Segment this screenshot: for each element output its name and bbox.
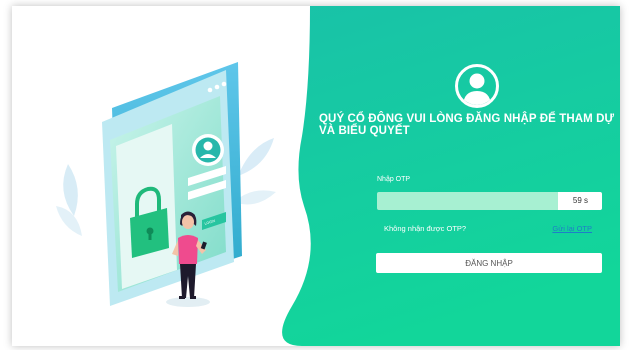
- lock-pane: [116, 124, 177, 289]
- user-avatar-icon: [455, 64, 499, 108]
- resend-question: Không nhận được OTP?: [384, 224, 467, 233]
- login-card: LOGIN QUÝ CỔ ĐÔNG VUI LÒNG ĐĂNG NHẬP ĐỂ …: [12, 6, 620, 346]
- window-dot-icon: [207, 87, 213, 93]
- panel-background: [282, 6, 620, 346]
- page-title: QUÝ CỔ ĐÔNG VUI LÒNG ĐĂNG NHẬP ĐỂ THAM D…: [319, 113, 615, 137]
- login-panel: QUÝ CỔ ĐÔNG VUI LÒNG ĐĂNG NHẬP ĐỂ THAM D…: [262, 6, 620, 346]
- otp-row: 59 s: [377, 192, 602, 210]
- resend-row: Không nhận được OTP? Gửi lại OTP: [384, 224, 592, 233]
- login-button[interactable]: ĐĂNG NHẬP: [376, 253, 602, 273]
- profile-icon: [192, 134, 224, 166]
- leaf-shape: [63, 164, 78, 216]
- otp-countdown: 59 s: [558, 192, 602, 210]
- resend-otp-link[interactable]: Gửi lại OTP: [552, 224, 592, 233]
- otp-input[interactable]: [377, 192, 558, 210]
- leaf-shape: [56, 206, 82, 236]
- window-dot-icon: [221, 81, 227, 87]
- window-dot-icon: [214, 84, 220, 90]
- otp-label: Nhập OTP: [377, 176, 411, 183]
